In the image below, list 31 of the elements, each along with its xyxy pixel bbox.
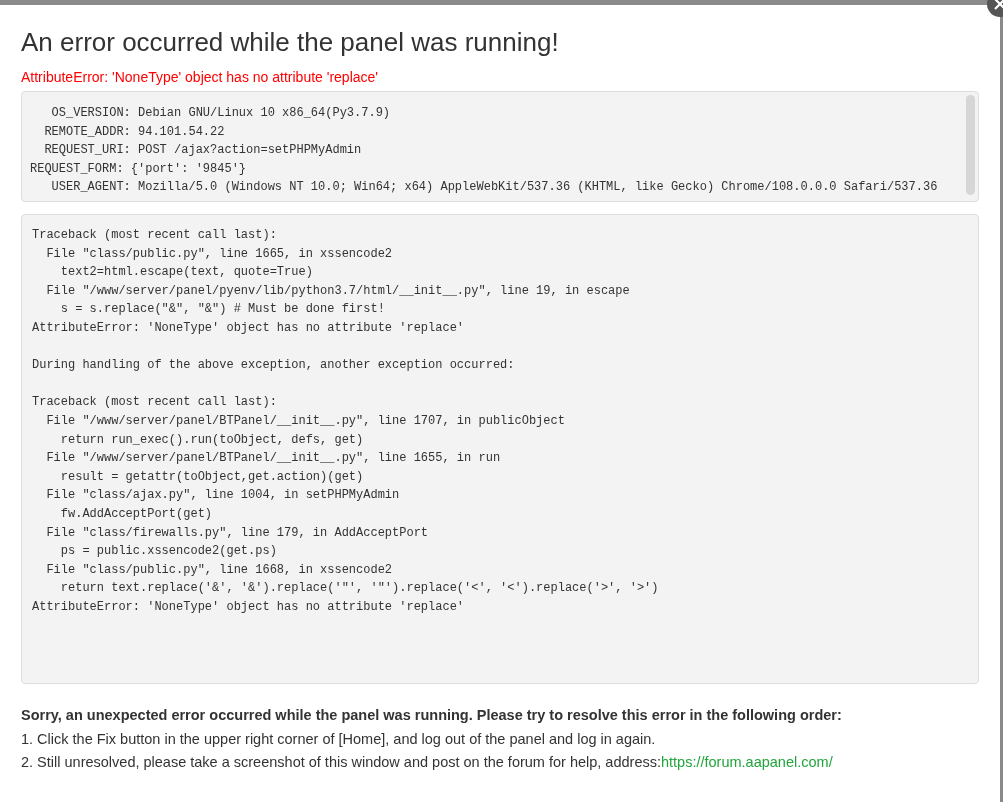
forum-link[interactable]: https://forum.aapanel.com/: [661, 754, 833, 770]
info-line: USER_AGENT: Mozilla/5.0 (Windows NT 10.0; Win64; x64) AppleWebKit/537.36 (KHTML, like Gecko) Chrome/108.0.0.0 Safari/537.36: [50, 179, 938, 197]
traceback-line: File "/www/server/panel/BTPanel/__init__.py", line 1655, in run: [45, 450, 501, 468]
traceback-line: fw.AddAcceptPort(get): [59, 505, 213, 523]
traceback-line: ps = public.xssencode2(get.ps): [59, 543, 277, 561]
info-line: REQUEST_FORM: {'port': '9845'}: [30, 160, 247, 178]
traceback-line: Traceback (most recent call last):: [32, 227, 277, 244]
traceback-line: result = getattr(toObject,get.action)(get): [59, 468, 364, 486]
traceback-line: File "class/public.py", line 1665, in xssencode2: [45, 245, 393, 263]
traceback-line: File "class/public.py", line 1668, in xssencode2: [45, 561, 393, 579]
traceback-line: Traceback (most recent call last):: [32, 394, 277, 412]
traceback-line: During handling of the above exception, another exception occurred:: [32, 357, 515, 375]
info-line: OS_VERSION: Debian GNU/Linux 10 x86_64(Py3.7.9): [50, 105, 391, 122]
traceback-line: File "class/ajax.py", line 1004, in setPHPMyAdmin: [45, 487, 400, 505]
error-message: AttributeError: 'NoneType' object has no attribute 'replace': [21, 68, 379, 86]
traceback-line: return text.replace('&', '&').replace('"', '"').replace('<', '<').replace('>', '>'): [59, 580, 659, 598]
traceback-line: File "/www/server/panel/BTPanel/__init__.py", line 1707, in publicObject: [45, 412, 565, 430]
info-line: REQUEST_URI: POST /ajax?action=setPHPMyAdmin: [43, 142, 362, 160]
info-line: REMOTE_ADDR: 94.101.54.22: [43, 123, 225, 141]
help-heading: Sorry, an unexpected error occurred while the panel was running. Please try to resolve this error in the following order:: [21, 706, 843, 725]
traceback-line: text2=html.escape(text, quote=True): [59, 264, 313, 282]
traceback-line: s = s.replace("&", "&") # Must be done first!: [59, 301, 385, 319]
traceback-line: File "/www/server/panel/pyenv/lib/python3.7/html/__init__.py", line 19, in escape: [45, 282, 630, 300]
help-step: 2. Still unresolved, please take a screenshot of this window and post on the forum for help, address:https://forum.aapanel.com/: [21, 751, 979, 775]
traceback-line: File "class/firewalls.py", line 179, in AddAcceptPort: [45, 524, 429, 542]
traceback-line: return run_exec().run(toObject, defs, get): [59, 431, 364, 449]
dialog-title: An error occurred while the panel was running!: [21, 26, 560, 59]
scrollbar[interactable]: [966, 95, 975, 195]
help-step: 1. Click the Fix button in the upper right corner of [Home], and log out of the panel and log in again.: [21, 727, 979, 751]
traceback-line: AttributeError: 'NoneType' object has no attribute 'replace': [32, 319, 465, 337]
traceback-line: AttributeError: 'NoneType' object has no attribute 'replace': [32, 598, 465, 616]
